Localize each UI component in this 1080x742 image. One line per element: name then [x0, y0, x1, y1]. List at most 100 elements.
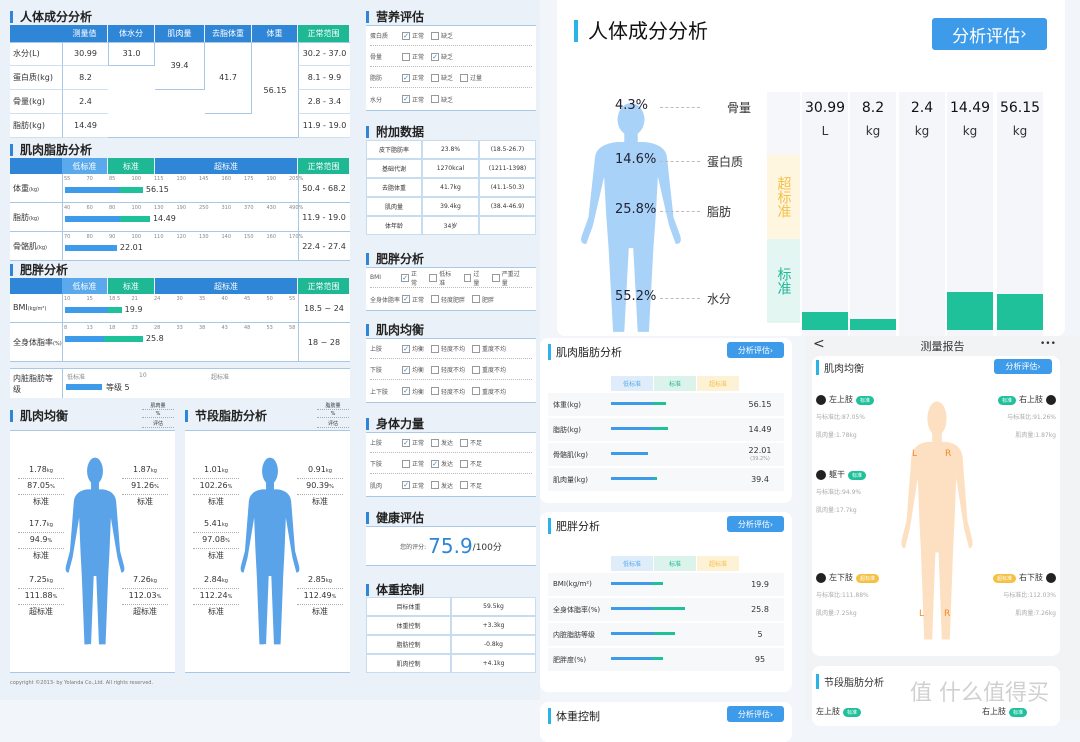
- analysis-button[interactable]: 分析评估 ›: [727, 342, 784, 358]
- scale-tick: 55: [64, 176, 71, 182]
- row-label: 肌肉量(kg): [553, 476, 588, 484]
- label-text: 体重: [13, 183, 29, 193]
- row-label: 水分: [370, 96, 383, 104]
- row-label: BMI(kg/m²): [553, 580, 592, 588]
- checkbox-option[interactable]: ✓ 均衡: [402, 365, 424, 374]
- row-label: 全身体脂率: [370, 296, 401, 304]
- scale-tick: 53: [266, 325, 273, 331]
- checkbox-option[interactable]: ✓ 均衡: [402, 387, 424, 396]
- checkbox-option[interactable]: 缺乏: [431, 95, 453, 104]
- muscle-value: 1.78kg: [836, 432, 857, 439]
- segment-item[interactable]: 左上肢 标准: [816, 706, 864, 717]
- checkbox-option[interactable]: ✓ 均衡: [402, 344, 424, 353]
- segment-item[interactable]: 标准 右上肢 与标准比:91.26% 肌肉量:1.87kg: [972, 394, 1056, 439]
- checkbox-option[interactable]: ✓ 正常: [401, 269, 422, 287]
- checkbox-empty-icon: [460, 459, 469, 468]
- checkbox-option[interactable]: 轻度肥胖: [431, 295, 465, 304]
- muscle-label: 肌肉量:: [816, 432, 837, 439]
- scale-tick: 130: [199, 234, 209, 240]
- option-label: 轻度不均: [441, 388, 466, 396]
- segment-percent: 112.03%: [122, 589, 168, 605]
- segment-item[interactable]: 超标准 右下肢 与标准比:112.03% 肌肉量:7.26kg: [972, 572, 1056, 617]
- checkbox-option[interactable]: 不足: [460, 481, 482, 490]
- checkbox-checked-icon: ✓: [402, 365, 410, 374]
- checkbox-option[interactable]: 低标准: [429, 269, 456, 287]
- checkbox-option[interactable]: ✓ 发达: [431, 459, 453, 468]
- checkbox-checked-icon: ✓: [402, 344, 410, 353]
- normal-range: 11.9 - 19.0: [298, 114, 350, 138]
- checkbox-option[interactable]: 轻度不均: [431, 365, 465, 374]
- segment-item[interactable]: 右上肢 标准: [982, 706, 1030, 717]
- scale-tick: 33: [176, 325, 183, 331]
- ratio-label: 与标准比:: [1007, 414, 1034, 421]
- segment-pct: 94.9: [29, 535, 48, 544]
- checkbox-option[interactable]: ✓ 正常: [402, 73, 424, 82]
- analysis-button[interactable]: 分析评估 ›: [727, 516, 784, 532]
- scale-tick: 30: [176, 296, 183, 302]
- checkbox-option[interactable]: 过量: [460, 73, 482, 82]
- checkbox-option[interactable]: 不足: [460, 438, 482, 447]
- checkbox-option[interactable]: 正常: [402, 52, 424, 61]
- leader-line: [660, 107, 700, 108]
- checkbox-option[interactable]: 正常: [402, 459, 424, 468]
- segment-item[interactable]: 左上肢 标准 与标准比:87.05% 肌肉量:1.78kg: [816, 394, 900, 439]
- analysis-button[interactable]: 分析评估 ›: [994, 359, 1052, 374]
- checkbox-option[interactable]: 不足: [460, 459, 482, 468]
- checkbox-checked-icon: ✓: [402, 295, 410, 303]
- segment-percent: 112.49%: [297, 589, 343, 605]
- option-label: 重度不均: [482, 367, 507, 374]
- checkbox-option[interactable]: 缺乏: [431, 31, 453, 40]
- checkbox-option[interactable]: ✓ 正常: [402, 31, 424, 40]
- section-title: 体重控制: [366, 584, 424, 596]
- segment-percent: 94.9%: [18, 533, 64, 549]
- body-panel: L R L R 1.78kg 87.05% 标准 1.87kg 91.26% 标准 17.7kg 94…: [10, 430, 175, 673]
- checkbox-option[interactable]: 轻度不均: [431, 387, 465, 396]
- checkbox-option[interactable]: ✓ 正常: [402, 295, 424, 304]
- analysis-button[interactable]: 分析评估 ›: [932, 18, 1047, 50]
- scale-tick: 48: [244, 325, 251, 331]
- bar-value: 22.01: [119, 243, 143, 252]
- row-value: 95: [754, 655, 766, 664]
- option-label: 缺乏: [441, 75, 454, 82]
- checkbox-option[interactable]: ✓ 正常: [402, 438, 424, 447]
- segment-header: 标准 右上肢: [972, 394, 1056, 405]
- column-header: 体水分: [108, 25, 154, 42]
- segment-mass: 1.78kg: [18, 463, 64, 479]
- scale-tick: 18.5: [109, 296, 121, 302]
- checkbox-option[interactable]: ✓ 正常: [402, 481, 424, 490]
- scale-tick: 43: [221, 325, 228, 331]
- more-button[interactable]: •••: [1040, 339, 1056, 349]
- extra-cell: [479, 216, 536, 235]
- segment-item[interactable]: 躯干 标准 与标准比:94.9% 肌肉量:17.7kg: [816, 469, 900, 514]
- segment-readout: 17.7kg 94.9% 标准: [18, 517, 64, 562]
- checkbox-option[interactable]: ✓ 缺乏: [431, 52, 453, 61]
- checkbox-option[interactable]: 发达: [431, 438, 453, 447]
- checkbox-option[interactable]: 重度不均: [472, 365, 506, 374]
- checkbox-option[interactable]: 重度不均: [472, 344, 506, 353]
- side-marker: L: [255, 473, 261, 482]
- check-row: 上肢 ✓ 均衡 轻度不均 重度不均: [370, 339, 532, 359]
- muscle-value: 7.25kg: [836, 610, 857, 617]
- checkbox-option[interactable]: 轻度不均: [431, 344, 465, 353]
- divider: [62, 323, 63, 361]
- checkbox-option[interactable]: 发达: [431, 481, 453, 490]
- column-value: 8.2: [861, 100, 885, 116]
- checkbox-checked-icon: ✓: [402, 95, 410, 103]
- checkbox-option[interactable]: 过量: [463, 269, 485, 287]
- check-row: BMI ✓ 正常 低标准 过量 严重过量: [370, 268, 532, 288]
- status-badge: 超标准: [992, 574, 1016, 583]
- segment-readout: 2.85kg 112.49% 标准: [297, 573, 343, 618]
- part-name: 水分: [707, 292, 732, 306]
- checkbox-option[interactable]: 缺乏: [431, 73, 453, 82]
- extra-cell: 皮下脂肪率: [366, 140, 422, 159]
- checkbox-option[interactable]: 严重过量: [492, 269, 525, 287]
- checkbox-option[interactable]: 重度不均: [472, 387, 506, 396]
- status-badge: 标准: [848, 471, 867, 480]
- option-label: 轻度不均: [441, 367, 466, 374]
- segment-mass: 7.26kg: [122, 573, 168, 589]
- checkbox-option[interactable]: ✓ 正常: [402, 95, 424, 104]
- segment-name: 右上肢: [982, 707, 1006, 716]
- segment-item[interactable]: 左下肢 超标准 与标准比:111.88% 肌肉量:7.25kg: [816, 572, 900, 617]
- measured-value: 8.2: [62, 66, 108, 90]
- checkbox-option[interactable]: 肥胖: [472, 295, 494, 304]
